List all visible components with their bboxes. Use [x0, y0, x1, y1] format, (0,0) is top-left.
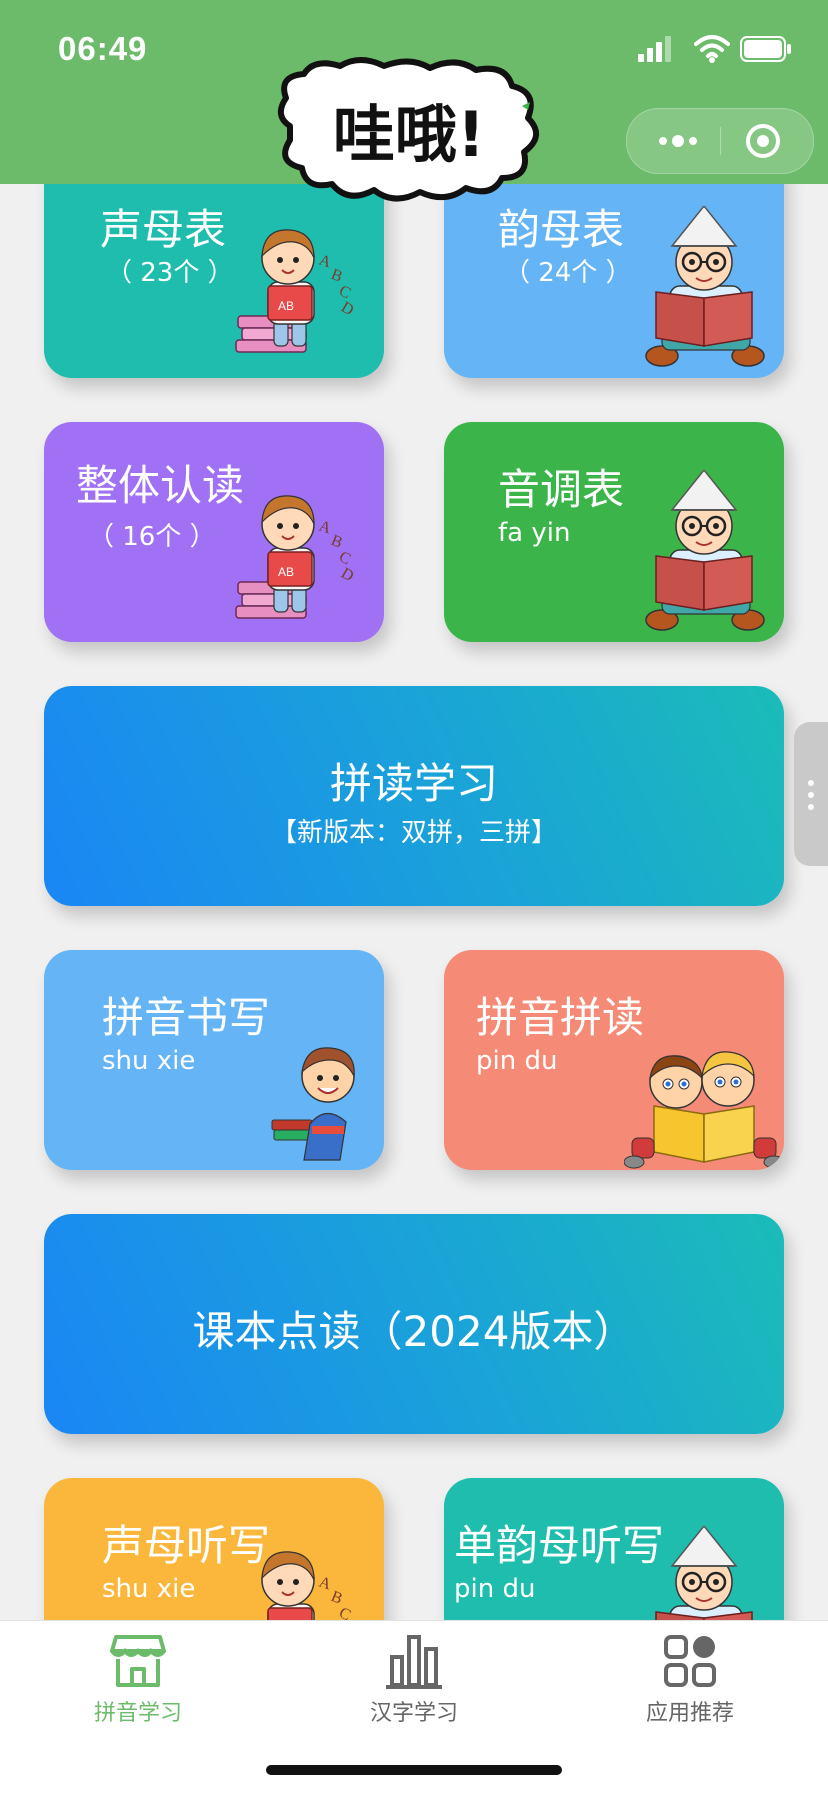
card-shengmu-dictation[interactable]: 声母听写 shu xie	[44, 1478, 384, 1620]
side-floating-handle[interactable]	[794, 722, 828, 866]
card-title: 音调表	[498, 465, 625, 514]
store-icon	[110, 1635, 166, 1687]
boy-with-books-illustration	[271, 1047, 355, 1161]
tab-label: 应用推荐	[645, 1701, 734, 1726]
battery-icon	[740, 36, 791, 62]
app-header: 06:49 哇哦!	[0, 0, 828, 202]
main-content: 声母表 （ 23个 ） 韵母表 （ 24个 ） 整体认读 （ 16个 ） 音调表…	[0, 0, 828, 1620]
tab-hanzi-study[interactable]: 汉字学习	[276, 1621, 552, 1741]
card-title: 整体认读	[76, 461, 245, 510]
card-subtitle: shu xie	[102, 1574, 196, 1604]
card-title: 拼音书写	[102, 993, 271, 1042]
boy-reading-illustration	[644, 470, 766, 632]
card-subtitle: shu xie	[102, 1046, 196, 1076]
handle-dot	[808, 804, 814, 810]
app-logo: 哇哦!	[270, 56, 548, 206]
tab-app-recommend[interactable]: 应用推荐	[552, 1621, 828, 1741]
card-subtitle: pin du	[454, 1574, 536, 1604]
card-subtitle: pin du	[476, 1046, 558, 1076]
logo-text: 哇哦!	[333, 98, 485, 171]
tab-pinyin-study[interactable]: 拼音学习	[0, 1621, 276, 1741]
boy-reading-illustration	[644, 206, 766, 368]
card-subtitle: 【新版本：双拼，三拼】	[270, 818, 557, 848]
tab-label: 拼音学习	[93, 1701, 182, 1726]
girl-reading-illustration	[235, 1550, 358, 1620]
card-danyunmu-dictation[interactable]: 单韵母听写 pin du	[444, 1478, 784, 1620]
kids-reading-illustration	[624, 1051, 784, 1169]
card-pindu-study[interactable]: 拼读学习 【新版本：双拼，三拼】	[44, 686, 784, 906]
card-yindiao-table[interactable]: 音调表 fa yin	[444, 422, 784, 642]
close-target-icon[interactable]	[741, 119, 785, 163]
card-subtitle: （ 23个 ）	[106, 258, 234, 288]
card-title: 课本点读（2024版本）	[192, 1307, 636, 1356]
tab-label: 汉字学习	[369, 1701, 458, 1726]
wifi-icon	[694, 35, 730, 63]
card-title: 单韵母听写	[454, 1521, 665, 1570]
girl-reading-illustration	[235, 494, 358, 619]
signal-icon	[638, 36, 671, 62]
home-indicator	[266, 1765, 562, 1775]
card-pinyin-writing[interactable]: 拼音书写 shu xie	[44, 950, 384, 1170]
card-textbook-reading[interactable]: 课本点读（2024版本）	[44, 1214, 784, 1434]
miniprogram-capsule	[626, 108, 814, 174]
apps-icon	[664, 1635, 716, 1687]
handle-dot	[808, 792, 814, 798]
card-title: 声母表	[100, 205, 227, 254]
card-subtitle: （ 24个 ）	[504, 258, 632, 288]
girl-reading-illustration	[235, 228, 358, 353]
boy-reading-illustration	[644, 1526, 766, 1620]
card-title: 拼音拼读	[476, 993, 645, 1042]
bar-chart-icon	[386, 1635, 442, 1689]
capsule-divider	[720, 127, 721, 155]
card-pinyin-reading[interactable]: 拼音拼读 pin du	[444, 950, 784, 1170]
handle-dot	[808, 780, 814, 786]
card-zhengti-rendu[interactable]: 整体认读 （ 16个 ）	[44, 422, 384, 642]
card-subtitle: （ 16个 ）	[88, 522, 216, 552]
card-title: 拼读学习	[329, 759, 498, 808]
status-time: 06:49	[58, 30, 148, 67]
card-subtitle: fa yin	[498, 518, 571, 548]
more-icon[interactable]	[655, 123, 701, 159]
